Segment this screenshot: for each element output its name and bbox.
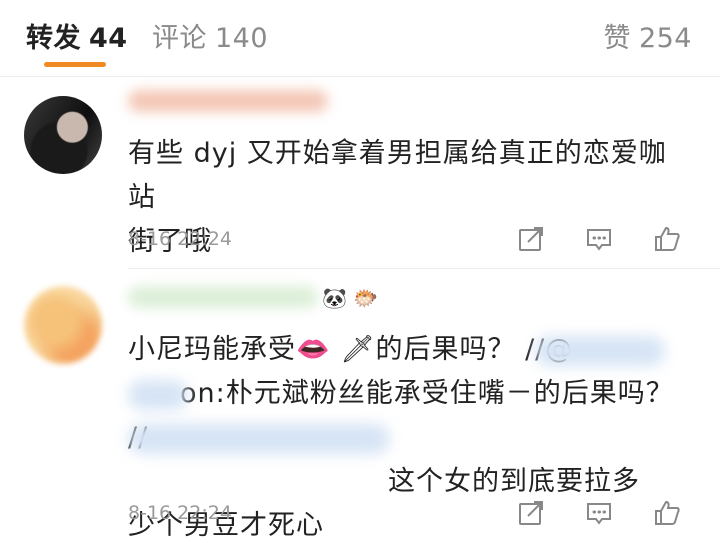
tab-like[interactable]: 赞 254 [603, 16, 692, 55]
comment-actions [516, 224, 696, 256]
emoji-lips-dagger: 👄 🗡 [296, 334, 376, 365]
tab-repost-count: 44 [89, 23, 128, 54]
tab-comment-label: 评论 [152, 23, 207, 54]
comment-timestamp: 8-16 22:24 [128, 502, 232, 524]
active-tab-indicator [44, 62, 106, 67]
comment-icon[interactable] [584, 498, 614, 528]
tab-repost-label: 转发 [26, 23, 81, 54]
thumbs-up-icon[interactable] [652, 224, 682, 254]
redaction-blur [128, 424, 390, 454]
comment-segment: 这个女的到底要拉多 [388, 466, 640, 497]
share-icon[interactable] [516, 498, 546, 528]
share-icon[interactable] [516, 224, 546, 254]
avatar[interactable] [24, 96, 102, 174]
list-item: 有些 dyj 又开始拿着男担属给真正的恋爱咖站 街了哦 8-16 22:24 [0, 86, 720, 266]
comment-icon[interactable] [584, 224, 614, 254]
tab-comment[interactable]: 评论 140 [152, 16, 268, 55]
avatar[interactable] [24, 286, 102, 364]
tab-like-count: 254 [638, 23, 692, 54]
redaction-blur [535, 336, 665, 366]
tab-bar: 转发 44 评论 140 赞 254 [0, 0, 720, 77]
username-blurred[interactable] [128, 90, 328, 112]
comment-line: 有些 dyj 又开始拿着男担属给真正的恋爱咖站 [128, 138, 667, 213]
username-blurred[interactable] [128, 286, 318, 308]
comment-actions [516, 498, 696, 530]
comment-timestamp: 8-16 22:24 [128, 228, 232, 250]
user-badges: 🐼 🐡 [322, 286, 379, 310]
thumbs-up-icon[interactable] [652, 498, 682, 528]
tab-repost[interactable]: 转发 44 [26, 16, 128, 55]
tab-comment-count: 140 [215, 23, 269, 54]
comment-segment: 小尼玛能承受 [128, 334, 296, 365]
divider [128, 268, 720, 269]
list-item: 🐼 🐡 小尼玛能承受👄 🗡的后果吗？ //@ on:朴元斌粉丝能承受住嘴－的后果… [0, 276, 720, 548]
redaction-blur [128, 380, 188, 410]
tab-like-label: 赞 [603, 23, 631, 54]
